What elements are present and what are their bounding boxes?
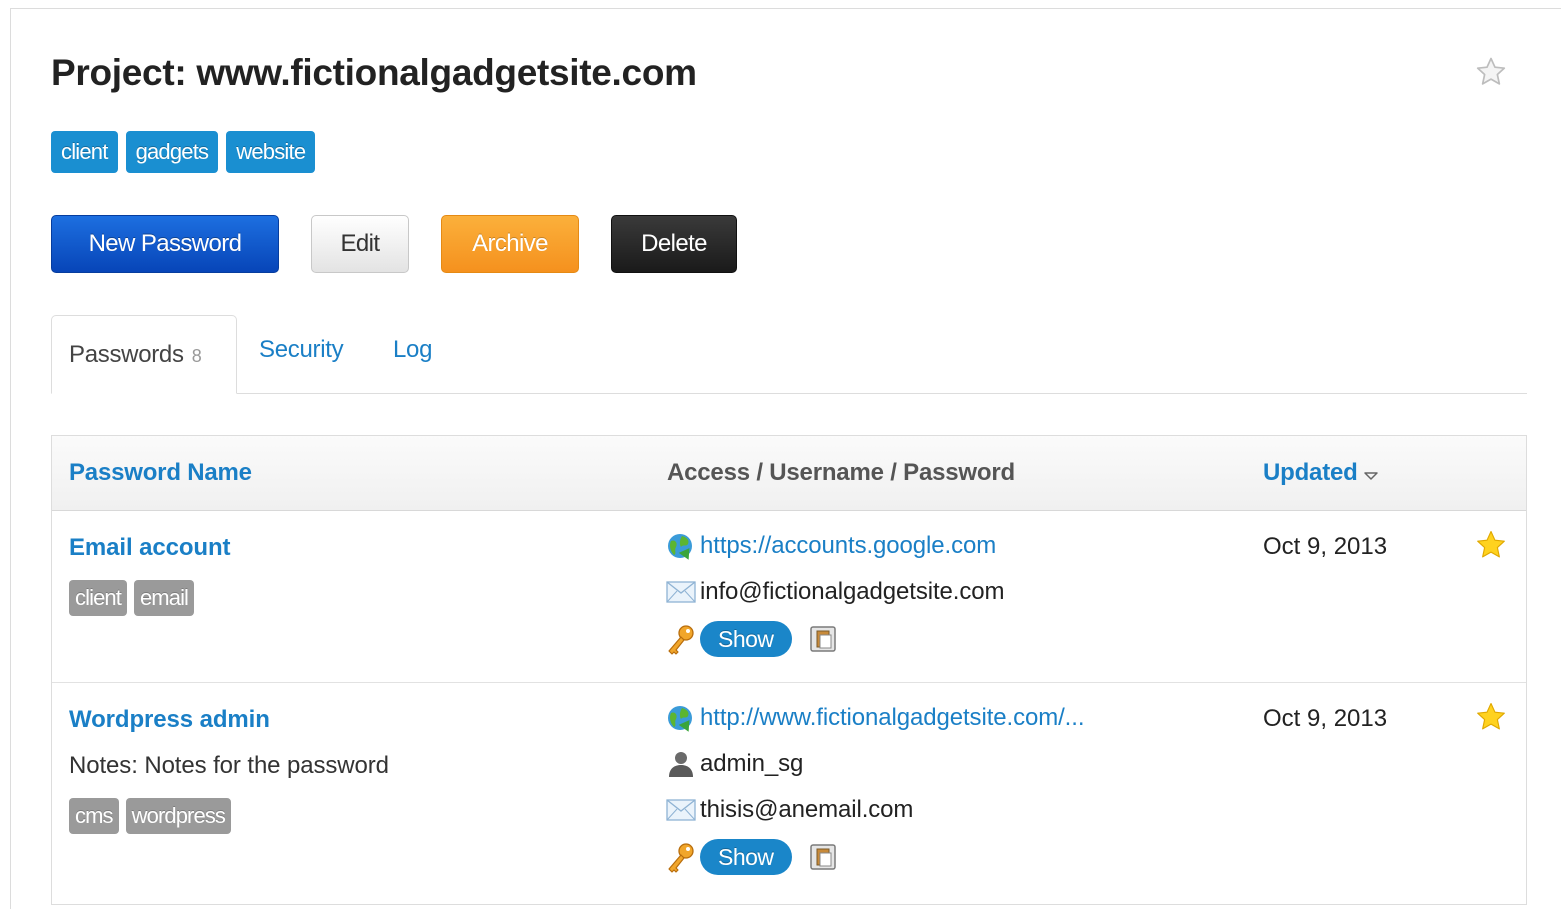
passwords-table: Password Name Access / Username / Passwo…	[51, 435, 1527, 905]
tag-cms[interactable]: cms	[69, 798, 119, 834]
password-tags: cms wordpress	[69, 798, 232, 834]
star-filled-icon[interactable]	[1474, 528, 1508, 562]
password-name-link[interactable]: Wordpress admin	[69, 706, 270, 734]
access-email: info@fictionalgadgetsite.com	[666, 577, 1005, 607]
envelope-icon	[666, 577, 700, 607]
key-icon	[666, 624, 700, 655]
tag-client[interactable]: client	[51, 131, 118, 173]
access-username: admin_sg	[666, 749, 803, 779]
table-row: Email account client email https://accou…	[52, 511, 1526, 683]
column-header-updated[interactable]: Updated	[1263, 459, 1378, 488]
clipboard-icon[interactable]	[808, 842, 838, 872]
new-password-button[interactable]: New Password	[51, 215, 279, 273]
email-value: info@fictionalgadgetsite.com	[700, 578, 1005, 605]
tab-passwords[interactable]: Passwords 8	[51, 315, 237, 394]
access-email: thisis@anemail.com	[666, 795, 913, 825]
tag-website[interactable]: website	[226, 131, 316, 173]
password-notes: Notes: Notes for the password	[69, 752, 389, 779]
show-password-button[interactable]: Show	[700, 839, 792, 875]
url-link[interactable]: https://accounts.google.com	[700, 532, 996, 560]
edit-button[interactable]: Edit	[311, 215, 409, 273]
table-header: Password Name Access / Username / Passwo…	[52, 436, 1526, 511]
sort-down-icon	[1363, 460, 1378, 488]
username-value: admin_sg	[700, 750, 804, 777]
column-header-access: Access / Username / Password	[667, 459, 1015, 486]
access-password: Show	[666, 839, 838, 875]
tab-passwords-label: Passwords	[69, 340, 184, 368]
column-header-updated-label: Updated	[1263, 459, 1358, 486]
access-url: http://www.fictionalgadgetsite.com/...	[666, 703, 1084, 733]
tag-client[interactable]: client	[69, 580, 127, 616]
star-outline-icon[interactable]	[1474, 55, 1508, 89]
access-url: https://accounts.google.com	[666, 531, 996, 561]
tag-gadgets[interactable]: gadgets	[125, 131, 219, 173]
archive-button[interactable]: Archive	[441, 215, 579, 273]
url-link[interactable]: http://www.fictionalgadgetsite.com/...	[700, 704, 1084, 732]
globe-icon	[666, 703, 700, 733]
email-value: thisis@anemail.com	[700, 796, 914, 823]
project-tags: client gadgets website	[51, 131, 316, 173]
column-header-name[interactable]: Password Name	[69, 459, 252, 487]
key-icon	[666, 842, 700, 873]
passwords-count: 8	[191, 346, 202, 366]
clipboard-icon[interactable]	[808, 624, 838, 654]
password-tags: client email	[69, 580, 195, 616]
globe-icon	[666, 531, 700, 561]
tag-wordpress[interactable]: wordpress	[125, 798, 232, 834]
access-password: Show	[666, 621, 838, 657]
tag-email[interactable]: email	[133, 580, 195, 616]
password-name-link[interactable]: Email account	[69, 534, 231, 562]
tab-log[interactable]: Log	[393, 336, 432, 364]
user-icon	[666, 749, 700, 779]
updated-date: Oct 9, 2013	[1263, 533, 1388, 560]
delete-button[interactable]: Delete	[611, 215, 737, 273]
envelope-icon	[666, 795, 700, 825]
updated-date: Oct 9, 2013	[1263, 705, 1388, 732]
star-filled-icon[interactable]	[1474, 700, 1508, 734]
tabs-divider	[51, 393, 1527, 394]
show-password-button[interactable]: Show	[700, 621, 792, 657]
page-title: Project: www.fictionalgadgetsite.com	[51, 52, 697, 93]
tab-security[interactable]: Security	[259, 336, 344, 364]
table-row: Wordpress admin Notes: Notes for the pas…	[52, 683, 1526, 913]
